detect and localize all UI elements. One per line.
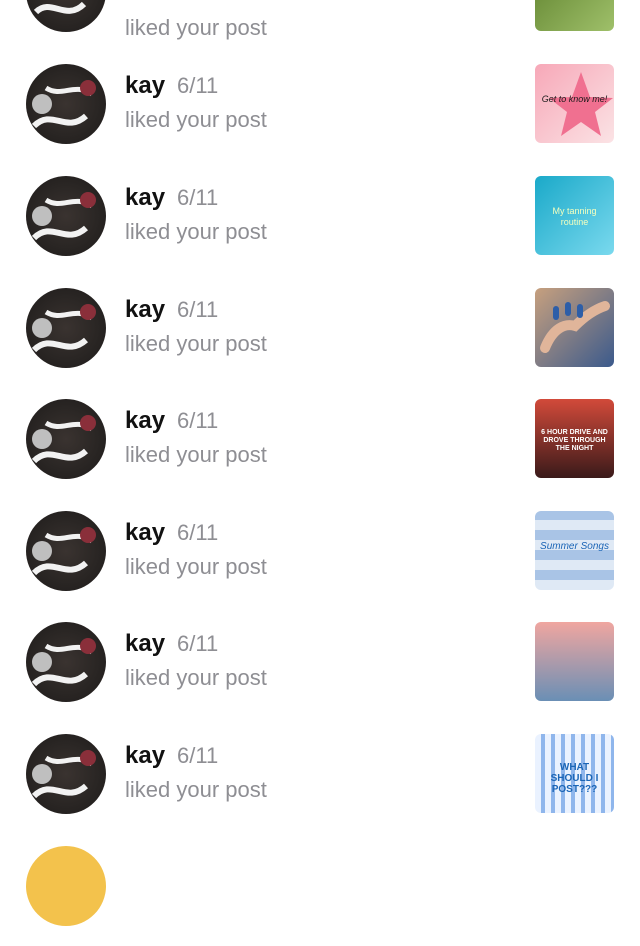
username[interactable]: kay [125,407,165,435]
notification-action: liked your post [125,777,267,802]
avatar[interactable] [26,288,106,368]
avatar[interactable] [26,0,106,32]
avatar[interactable] [26,64,106,144]
notification-row[interactable]: kay 6/11 liked your post [0,288,640,388]
notification-text: kay 6/11 liked your post [125,407,267,468]
notification-text: kay 6/11 liked your post [125,742,267,803]
notification-action: liked your post [125,442,267,467]
username[interactable]: kay [125,72,165,100]
notification-action: liked your post [125,15,267,40]
timestamp: 6/11 [177,297,219,322]
hand-icon [540,301,610,353]
shoe-icon [31,638,96,687]
notification-row[interactable]: kay 6/11 liked your post Summer Songs [0,511,640,611]
notification-text: kay 6/11 liked your post [125,72,267,133]
thumbnail-caption: Summer Songs [540,541,609,552]
shoe-icon [31,750,96,799]
shoe-icon [31,192,96,241]
username[interactable]: kay [125,519,165,547]
username[interactable]: kay [125,742,165,770]
username[interactable]: kay [125,296,165,324]
notification-row[interactable]: kay 6/11 liked your post Get to know me! [0,64,640,164]
notification-row[interactable] [0,846,640,946]
notifications-feed: liked your post kay 6/11 liked your post [0,0,640,926]
timestamp: 6/11 [177,185,219,210]
avatar[interactable] [26,176,106,256]
timestamp: 6/11 [177,743,219,768]
thumbnail-caption: 6 HOUR DRIVE AND DROVE THROUGH THE NIGHT [541,429,608,452]
timestamp: 6/11 [177,408,219,433]
notification-action: liked your post [125,107,267,132]
post-thumbnail[interactable]: Summer Songs [535,511,614,590]
notification-text: liked your post [125,12,267,41]
post-thumbnail[interactable] [535,622,614,701]
post-thumbnail[interactable]: My tanning routine [535,176,614,255]
timestamp: 6/11 [177,631,219,656]
post-thumbnail[interactable]: 6 HOUR DRIVE AND DROVE THROUGH THE NIGHT [535,399,614,478]
notification-row[interactable]: kay 6/11 liked your post WHAT SHOULD I P… [0,734,640,834]
notification-action: liked your post [125,331,267,356]
notification-row[interactable]: kay 6/11 liked your post My tanning rout… [0,176,640,276]
shoe-icon [31,304,96,353]
shoe-icon [33,1,87,15]
timestamp: 6/11 [177,520,219,545]
shoe-icon [31,80,96,129]
post-thumbnail[interactable]: Get to know me! [535,64,614,143]
notification-text: kay 6/11 liked your post [125,519,267,580]
notification-text: kay 6/11 liked your post [125,184,267,245]
timestamp: 6/11 [177,73,219,98]
notification-text: kay 6/11 liked your post [125,296,267,357]
avatar[interactable] [26,846,106,926]
notification-text: kay 6/11 liked your post [125,630,267,691]
notification-action: liked your post [125,219,267,244]
avatar[interactable] [26,622,106,702]
username[interactable]: kay [125,630,165,658]
thumbnail-caption: WHAT SHOULD I POST??? [550,762,599,795]
notification-row[interactable]: kay 6/11 liked your post 6 HOUR DRIVE AN… [0,399,640,499]
post-thumbnail[interactable] [535,288,614,367]
notification-row[interactable]: liked your post [0,0,640,52]
shoe-icon [31,527,96,576]
thumbnail-caption: My tanning routine [552,206,597,227]
thumbnail-caption: Get to know me! [541,94,608,104]
username[interactable]: kay [125,184,165,212]
avatar[interactable] [26,734,106,814]
avatar[interactable] [26,511,106,591]
post-thumbnail[interactable] [535,0,614,31]
post-thumbnail[interactable]: WHAT SHOULD I POST??? [535,734,614,813]
notification-action: liked your post [125,554,267,579]
notification-action: liked your post [125,665,267,690]
notification-row[interactable]: kay 6/11 liked your post [0,622,640,722]
avatar[interactable] [26,399,106,479]
shoe-icon [31,415,96,464]
